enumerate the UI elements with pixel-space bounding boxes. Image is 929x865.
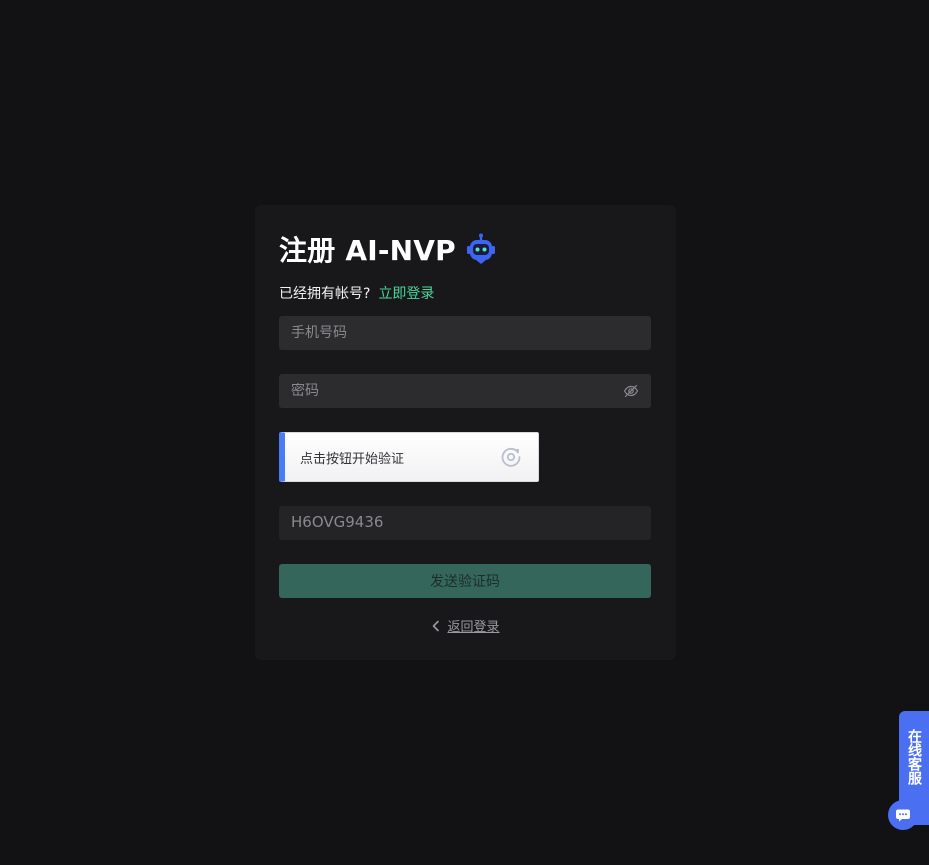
chat-icon: [895, 807, 911, 823]
eye-off-icon[interactable]: [623, 383, 639, 399]
captcha-label: 点击按钮开始验证: [300, 451, 405, 467]
have-account-row: 已经拥有帐号? 立即登录: [279, 283, 434, 303]
page-title: 注册 AI-NVP: [279, 234, 456, 267]
chevron-left-icon: [431, 620, 441, 632]
send-code-button[interactable]: 发送验证码: [279, 564, 651, 598]
captcha-refresh-icon: [500, 446, 522, 468]
back-row: 返回登录: [255, 616, 676, 635]
verification-code-input[interactable]: [291, 515, 639, 531]
robot-icon: [464, 232, 498, 266]
register-card: 注册 AI-NVP 已经拥有帐号? 立即登录 手机号码 点击按钮开始验证 H6O…: [255, 205, 676, 660]
have-account-text: 已经拥有帐号?: [279, 286, 371, 302]
back-to-login-link[interactable]: 返回登录: [447, 616, 499, 635]
captcha-button[interactable]: 点击按钮开始验证: [279, 432, 539, 482]
password-field[interactable]: [279, 374, 651, 408]
login-link[interactable]: 立即登录: [378, 286, 434, 302]
send-code-label: 发送验证码: [430, 574, 500, 590]
phone-field[interactable]: [279, 316, 651, 350]
title-row: 注册 AI-NVP: [279, 231, 498, 267]
phone-input[interactable]: [291, 325, 639, 341]
code-field[interactable]: [279, 506, 651, 540]
chat-button[interactable]: [888, 800, 918, 830]
password-input[interactable]: [291, 383, 623, 399]
online-support-label: 在线客服: [906, 729, 922, 785]
